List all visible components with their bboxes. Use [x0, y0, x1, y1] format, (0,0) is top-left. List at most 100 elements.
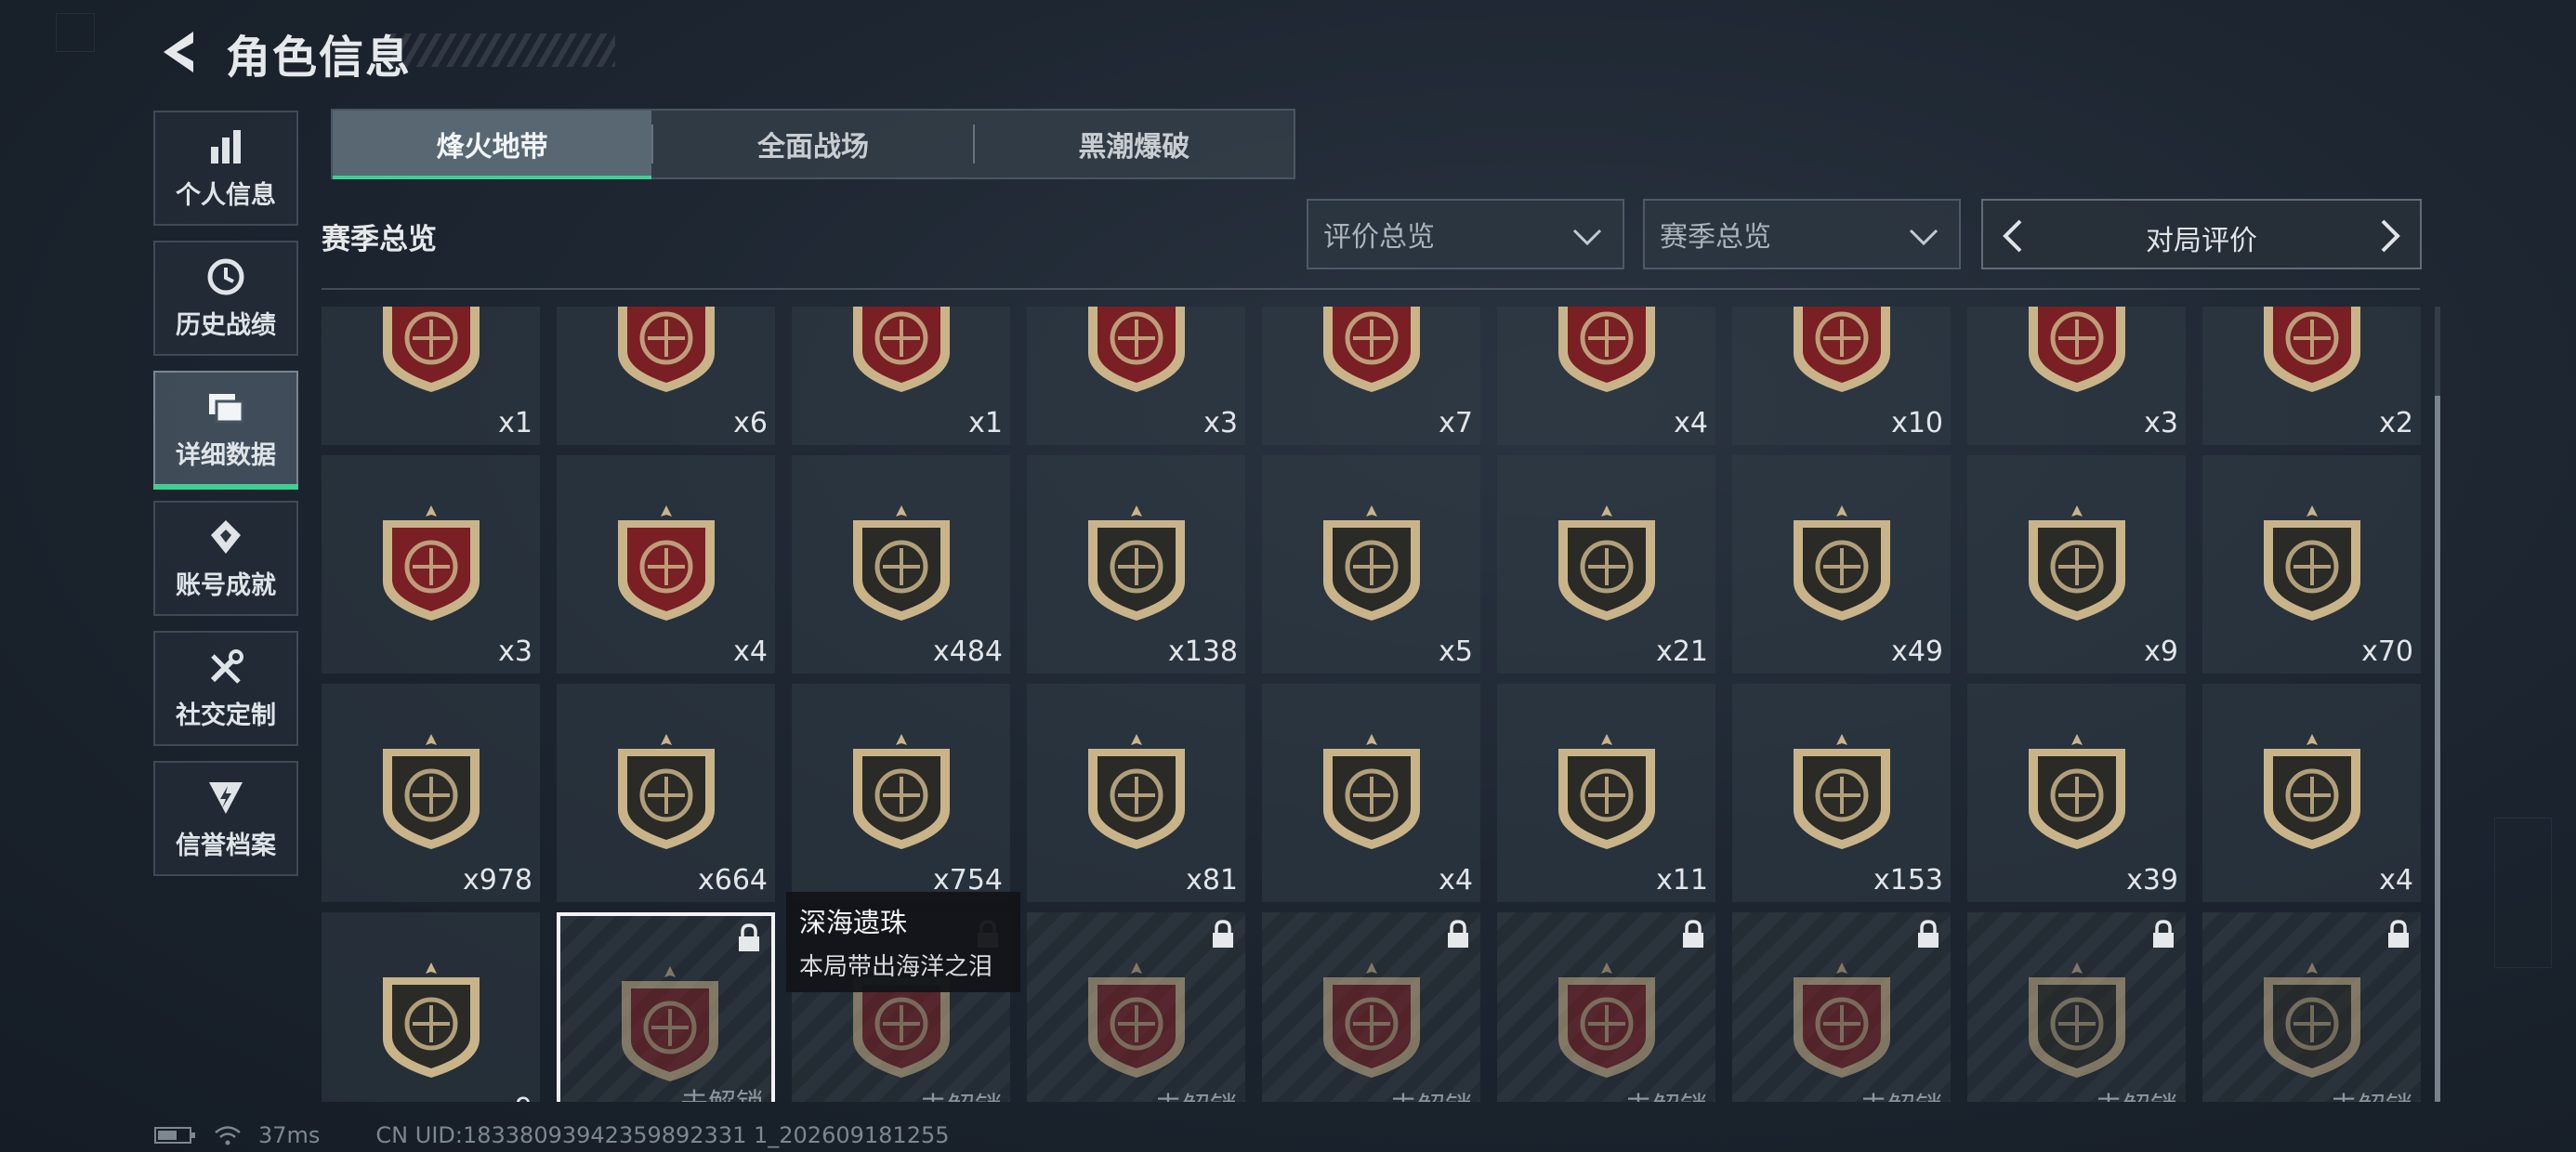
chevron-right-icon[interactable]	[2373, 217, 2407, 255]
sidebar-item-label: 详细数据	[176, 440, 276, 470]
crate-badge-icon	[1558, 307, 1655, 392]
scrollbar-thumb[interactable]	[2435, 396, 2440, 1102]
badge-count: x9	[2144, 635, 2178, 668]
badge-count: 未解锁	[1154, 1084, 1238, 1102]
badge-cell[interactable]: x9	[1967, 455, 2186, 674]
badge-cell[interactable]: x138	[1027, 455, 1245, 674]
lock-icon	[1918, 920, 1939, 948]
badge-cell[interactable]: x5	[1262, 455, 1480, 674]
badge-cell[interactable]: x49	[1732, 455, 1951, 674]
badge-cell[interactable]: 未解锁	[1497, 912, 1715, 1102]
operator-badge-icon	[2029, 734, 2125, 849]
badge-cell[interactable]: 未解锁	[1967, 912, 2186, 1102]
tab-beacon-zone[interactable]: 烽火地带	[333, 111, 652, 179]
sidebar-item-history[interactable]: 历史战绩	[153, 241, 298, 356]
badge-cell[interactable]: x1	[792, 307, 1010, 445]
badge-count: x70	[2361, 635, 2413, 668]
badge-cell[interactable]: x978	[322, 684, 540, 902]
lock-icon	[2388, 920, 2409, 948]
badge-cell[interactable]: x81	[1027, 684, 1245, 902]
rating-overview-dropdown[interactable]: 评价总览	[1307, 199, 1624, 269]
badge-cell[interactable]: x3	[1967, 307, 2186, 445]
badge-count: x3	[1203, 407, 1238, 439]
lock-icon	[1683, 920, 1703, 948]
metal-plate-badge-icon	[1323, 307, 1420, 392]
mask-badge-icon	[1794, 734, 1890, 849]
lock-icon	[1448, 920, 1468, 948]
badge-count: x9	[498, 1093, 532, 1102]
back-arrow-icon	[164, 32, 193, 72]
badge-cell[interactable]: x3	[322, 455, 540, 674]
status-bar: 37ms CN UID:18338093942359892331 1_20260…	[154, 1122, 950, 1148]
ping-value: 37ms	[258, 1122, 321, 1148]
reactor-badge-icon	[2264, 307, 2360, 392]
badge-cell[interactable]: x21	[1497, 455, 1715, 674]
tab-black-tide[interactable]: 黑潮爆破	[975, 111, 1294, 177]
badge-cell[interactable]: x1	[322, 307, 540, 445]
lock-icon	[2153, 920, 2174, 948]
sidebar-item-social-custom[interactable]: 社交定制	[153, 631, 298, 746]
lock-icon	[1213, 920, 1233, 948]
mech-badge-icon	[618, 505, 715, 621]
chessboard-badge-icon	[1088, 962, 1185, 1078]
sidebar-item-detailed-data[interactable]: 详细数据	[153, 371, 298, 490]
badge-cell[interactable]: x4	[557, 455, 775, 674]
badge-count: x4	[2379, 864, 2413, 897]
wreath-badge-icon	[853, 734, 950, 849]
wifi-icon	[215, 1126, 241, 1145]
sidebar-item-achievements[interactable]: 账号成就	[153, 501, 298, 616]
badge-cell[interactable]: x4	[2202, 684, 2421, 902]
badge-cell[interactable]: 未解锁	[2202, 912, 2421, 1102]
badge-grid: x1 x6 x1 x3 x7 x4 x10 x3 x2 x3 x4 x484 x…	[322, 307, 2421, 1102]
badge-cell[interactable]: x70	[2202, 455, 2421, 674]
badge-count: x4	[1439, 864, 1473, 897]
canister-badge-icon	[1558, 962, 1655, 1078]
badge-count: x2	[2379, 407, 2413, 439]
badge-cell[interactable]: x9	[322, 912, 540, 1102]
badge-cell[interactable]: x2	[2202, 307, 2421, 445]
badge-cell[interactable]: 未解锁	[1732, 912, 1951, 1102]
badge-cell[interactable]: x484	[792, 455, 1010, 674]
badge-count: x6	[733, 407, 768, 439]
badge-count: 未解锁	[2330, 1084, 2413, 1102]
fish-badge-icon	[1794, 962, 1890, 1078]
badge-cell[interactable]: x7	[1262, 307, 1480, 445]
badge-cell[interactable]: x664	[557, 684, 775, 902]
chevron-down-icon	[1909, 229, 1939, 246]
badge-cell[interactable]: x153	[1732, 684, 1951, 902]
badge-cell[interactable]: x39	[1967, 684, 2186, 902]
badge-cell[interactable]: x4	[1497, 307, 1715, 445]
knife-badge-icon	[383, 734, 480, 849]
badge-cell[interactable]: 未解锁	[1027, 912, 1245, 1102]
badge-cell[interactable]: x10	[1732, 307, 1951, 445]
badge-cell[interactable]: x3	[1027, 307, 1245, 445]
season-overview-dropdown[interactable]: 赛季总览	[1643, 199, 1961, 269]
badge-grid-viewport[interactable]: x1 x6 x1 x3 x7 x4 x10 x3 x2 x3 x4 x484 x…	[322, 307, 2422, 1102]
bald-operator-badge-icon	[383, 962, 480, 1078]
badge-count: x138	[1167, 635, 1238, 668]
pearl-badge-icon	[622, 966, 718, 1081]
skull-badge-icon	[2029, 962, 2125, 1078]
sidebar-item-reputation[interactable]: 信誉档案	[153, 761, 298, 876]
badge-cell[interactable]: x754	[792, 684, 1010, 902]
scrollbar[interactable]	[2435, 307, 2440, 1102]
badge-cell[interactable]: 未解锁	[1262, 912, 1480, 1102]
back-button[interactable]	[156, 28, 199, 76]
sidebar-item-label: 账号成就	[176, 570, 276, 600]
folder-icon	[209, 393, 244, 423]
officer-badge-icon	[1558, 734, 1655, 849]
background-frame	[56, 13, 95, 52]
tab-full-battlefield[interactable]: 全面战场	[653, 111, 972, 177]
tools-icon	[210, 648, 243, 684]
badge-cell[interactable]: x4	[1262, 684, 1480, 902]
section-divider	[322, 288, 2420, 290]
title-decoration	[390, 33, 615, 67]
mode-tabs: 烽火地带 全面战场 黑潮爆破	[331, 109, 1295, 179]
badge-cell[interactable]: x11	[1497, 684, 1715, 902]
badge-cell[interactable]: 未解锁	[557, 912, 775, 1102]
badge-count: x1	[968, 407, 1003, 439]
sidebar-item-personal-info[interactable]: 个人信息	[153, 111, 298, 226]
badge-count: x5	[1439, 635, 1473, 668]
badge-cell[interactable]: x6	[557, 307, 775, 445]
explosion-badge-icon	[618, 734, 715, 849]
